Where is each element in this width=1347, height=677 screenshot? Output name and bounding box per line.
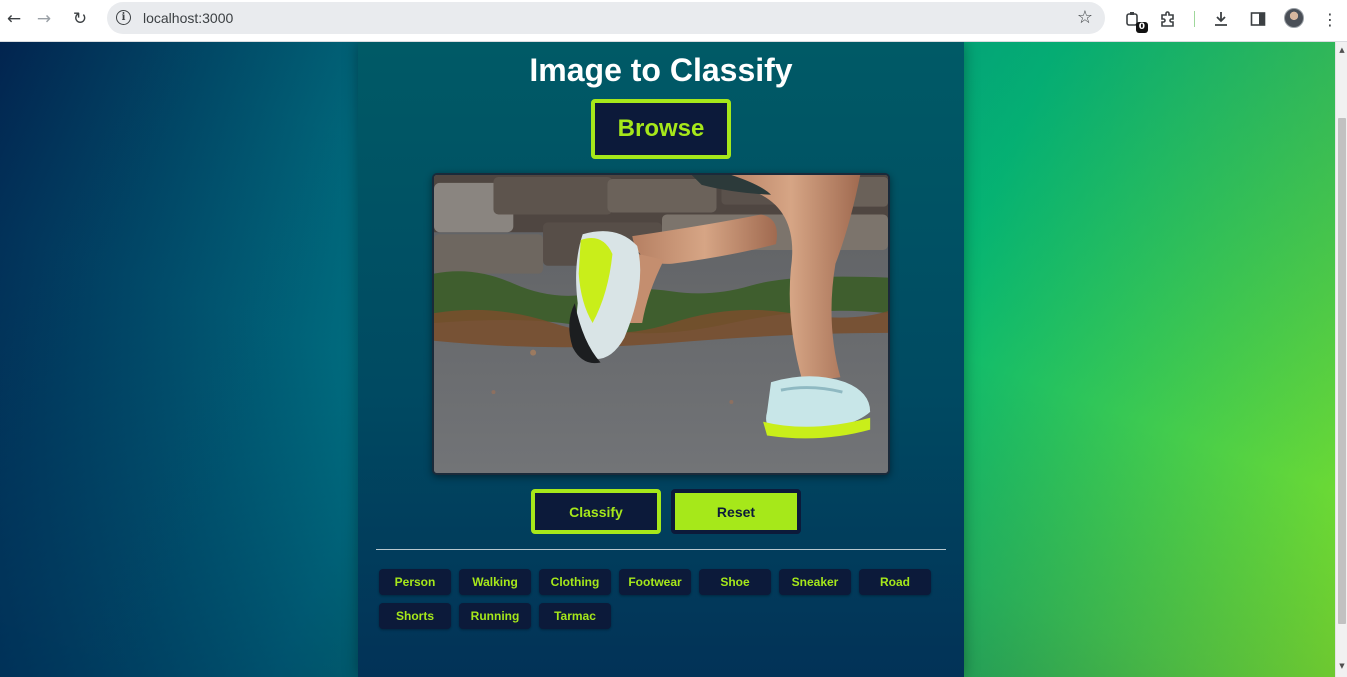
browse-button[interactable]: Browse: [591, 99, 731, 159]
classification-tags: Person Walking Clothing Footwear Shoe Sn…: [379, 569, 949, 629]
scroll-down-arrow-icon[interactable]: ▼: [1336, 660, 1347, 672]
page-scrollbar[interactable]: ▲ ▼: [1335, 42, 1347, 677]
tag-clothing: Clothing: [539, 569, 611, 595]
star-icon[interactable]: ☆: [1077, 7, 1093, 28]
tag-walking: Walking: [459, 569, 531, 595]
toolbar-separator: [1194, 11, 1195, 27]
tag-shorts: Shorts: [379, 603, 451, 629]
address-url[interactable]: localhost:3000: [143, 10, 233, 26]
divider: [376, 549, 946, 550]
extension-badge: 0: [1135, 22, 1148, 33]
classify-button[interactable]: Classify: [531, 489, 661, 534]
running-shoes-photo: [434, 175, 888, 473]
tag-tarmac: Tarmac: [539, 603, 611, 629]
classifier-panel: Image to Classify Browse Classify Reset …: [358, 42, 964, 677]
reset-button[interactable]: Reset: [671, 489, 801, 534]
tag-footwear: Footwear: [619, 569, 691, 595]
page-title: Image to Classify: [529, 52, 793, 88]
browser-toolbar: ← → ↻ i localhost:3000 ☆ 0 ⋮: [0, 0, 1347, 42]
tag-sneaker: Sneaker: [779, 569, 851, 595]
reload-icon[interactable]: ↻: [66, 5, 94, 33]
info-icon[interactable]: i: [116, 10, 131, 25]
extension-counter-icon[interactable]: 0: [1120, 6, 1148, 33]
back-arrow-icon[interactable]: ←: [0, 5, 28, 33]
tag-road: Road: [859, 569, 931, 595]
side-panel-icon[interactable]: [1245, 6, 1271, 32]
puzzle-icon[interactable]: [1155, 6, 1181, 32]
scroll-up-arrow-icon[interactable]: ▲: [1336, 44, 1347, 56]
kebab-menu-icon[interactable]: ⋮: [1317, 6, 1343, 32]
tag-person: Person: [379, 569, 451, 595]
scroll-thumb[interactable]: [1338, 118, 1346, 624]
preview-image: [432, 173, 890, 475]
tag-running: Running: [459, 603, 531, 629]
forward-arrow-icon[interactable]: →: [30, 5, 58, 33]
page-background: Image to Classify Browse Classify Reset …: [0, 42, 1335, 677]
tag-shoe: Shoe: [699, 569, 771, 595]
profile-avatar[interactable]: [1284, 8, 1304, 28]
address-bar[interactable]: i localhost:3000 ☆: [107, 2, 1105, 34]
download-icon[interactable]: [1208, 6, 1234, 32]
